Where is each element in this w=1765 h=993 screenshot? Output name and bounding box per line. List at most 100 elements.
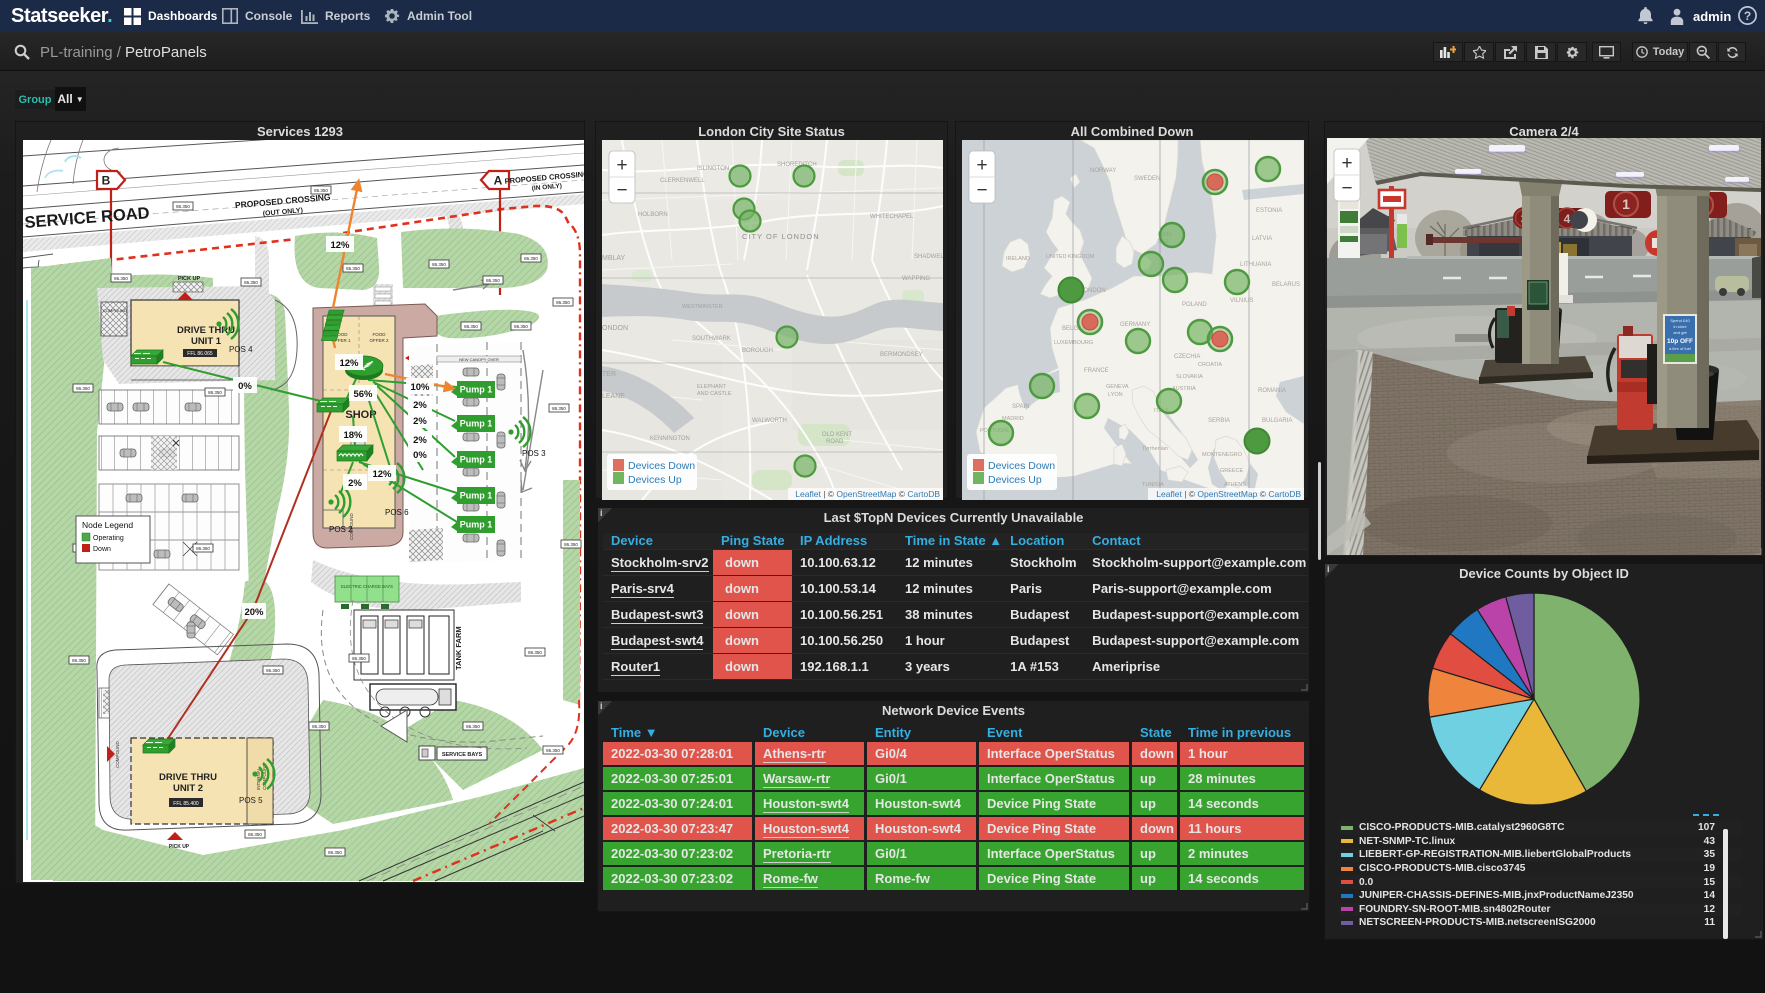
svg-text:0%: 0%	[238, 381, 252, 392]
svg-text:ISLINGTON: ISLINGTON	[697, 166, 729, 172]
svg-text:Down: Down	[93, 546, 111, 553]
svg-text:12%: 12%	[330, 240, 350, 251]
svg-text:POS 4: POS 4	[229, 345, 253, 354]
svg-text:2%: 2%	[413, 416, 427, 427]
svg-text:FFL 85.400: FFL 85.400	[173, 801, 199, 807]
svg-text:−: −	[1341, 178, 1352, 199]
svg-text:COMPOUND: COMPOUND	[103, 308, 127, 313]
svg-text:ONDON: ONDON	[602, 325, 628, 332]
svg-text:18%: 18%	[343, 430, 363, 441]
svg-text:KENNINGTON: KENNINGTON	[650, 436, 690, 442]
svg-text:12%: 12%	[339, 358, 359, 369]
svg-text:BOROUGH: BOROUGH	[742, 348, 773, 354]
svg-text:LITHUANIA: LITHUANIA	[1240, 262, 1271, 268]
svg-text:TUNISIA: TUNISIA	[1142, 482, 1164, 488]
svg-text:BULGARIA: BULGARIA	[1262, 418, 1292, 424]
svg-text:GERMANY: GERMANY	[1120, 322, 1150, 328]
svg-text:NEW CANOPY OVER: NEW CANOPY OVER	[459, 357, 499, 362]
svg-text:POS 3: POS 3	[522, 449, 546, 458]
svg-text:LUXEMBOURG: LUXEMBOURG	[1054, 340, 1093, 346]
svg-text:SERVICE BAYS: SERVICE BAYS	[442, 752, 483, 758]
svg-text:2%: 2%	[413, 435, 427, 446]
svg-text:POS 6: POS 6	[385, 508, 409, 517]
svg-text:−: −	[976, 180, 987, 201]
svg-text:CROATIA: CROATIA	[1198, 362, 1222, 368]
svg-text:in store: in store	[1673, 324, 1687, 329]
svg-text:DRIVE THRU: DRIVE THRU	[159, 772, 217, 783]
svg-text:POS 2: POS 2	[329, 525, 353, 534]
svg-text:OLD KENT: OLD KENT	[822, 432, 852, 438]
svg-text:OFFER 2: OFFER 2	[369, 338, 388, 343]
svg-text:LEANE: LEANE	[602, 393, 625, 400]
svg-text:1: 1	[1622, 196, 1630, 212]
svg-text:CZECHIA: CZECHIA	[1174, 354, 1200, 360]
svg-text:POS 5: POS 5	[239, 796, 263, 805]
svg-text:SHADWELL: SHADWELL	[914, 254, 943, 260]
svg-text:PICK UP: PICK UP	[178, 276, 201, 282]
svg-text:POLAND: POLAND	[1182, 302, 1207, 308]
svg-text:B: B	[102, 174, 111, 188]
svg-text:Devices Up: Devices Up	[988, 474, 1042, 486]
svg-text:NORWAY: NORWAY	[1090, 168, 1116, 174]
svg-text:BELARUS: BELARUS	[1272, 282, 1300, 288]
svg-text:20%: 20%	[244, 607, 264, 618]
svg-text:BERMONDSEY: BERMONDSEY	[880, 352, 923, 358]
svg-text:IRELAND: IRELAND	[1006, 256, 1030, 262]
svg-text:TANK FARM: TANK FARM	[454, 626, 463, 670]
svg-text:AND CASTLE: AND CASTLE	[697, 391, 732, 397]
svg-text:56%: 56%	[353, 389, 373, 400]
svg-text:Spend £40: Spend £40	[1670, 318, 1690, 323]
svg-text:UNIT 1: UNIT 1	[191, 336, 222, 347]
svg-text:UNIT 2: UNIT 2	[173, 783, 203, 794]
svg-text:LATVIA: LATVIA	[1252, 236, 1272, 242]
svg-text:10p OFF: 10p OFF	[1667, 338, 1693, 345]
svg-text:ELECTRIC CHARGE BAYS: ELECTRIC CHARGE BAYS	[341, 584, 393, 589]
svg-text:FRANCE: FRANCE	[1084, 368, 1109, 374]
svg-text:Devices Down: Devices Down	[628, 460, 695, 472]
svg-text:2%: 2%	[413, 400, 427, 411]
svg-text:ESTONIA: ESTONIA	[1256, 208, 1282, 214]
svg-text:WAPPING: WAPPING	[902, 276, 930, 282]
svg-text:WESTMINSTER: WESTMINSTER	[682, 304, 723, 310]
svg-text:CLERKENWELL: CLERKENWELL	[660, 178, 705, 184]
svg-text:PICK UP: PICK UP	[169, 844, 190, 850]
svg-text:LYON: LYON	[1108, 392, 1123, 398]
svg-text:COMPOUND: COMPOUND	[115, 741, 120, 768]
svg-text:FFL 86.065: FFL 86.065	[187, 351, 213, 357]
svg-text:SWEDEN: SWEDEN	[1134, 176, 1160, 182]
svg-text:+: +	[1341, 153, 1352, 174]
svg-text:4: 4	[1564, 212, 1571, 226]
svg-text:HOLBORN: HOLBORN	[638, 212, 668, 218]
svg-text:Node Legend: Node Legend	[82, 520, 133, 530]
svg-text:Leaflet | © OpenStreetMap © Ca: Leaflet | © OpenStreetMap © CartoDB	[1156, 489, 1301, 499]
svg-text:MBLAY: MBLAY	[602, 255, 626, 262]
svg-text:ROMANIA: ROMANIA	[1258, 388, 1286, 394]
svg-text:Devices Up: Devices Up	[628, 474, 682, 486]
svg-text:−: −	[616, 180, 627, 201]
svg-text:CITY OF LONDON: CITY OF LONDON	[742, 232, 820, 241]
svg-text:ROAD: ROAD	[826, 439, 844, 445]
svg-text:12%: 12%	[372, 469, 392, 480]
svg-text:VILNIUS: VILNIUS	[1230, 298, 1253, 304]
svg-text:UNITED KINGDOM: UNITED KINGDOM	[1046, 254, 1095, 260]
svg-text:10%: 10%	[410, 382, 430, 393]
svg-text:Tyrrhenian: Tyrrhenian	[1142, 446, 1168, 452]
svg-text:+: +	[616, 155, 627, 176]
svg-text:SOUTHWARK: SOUTHWARK	[692, 336, 731, 342]
svg-text:and get: and get	[1673, 330, 1687, 335]
svg-text:a litre of fuel: a litre of fuel	[1669, 346, 1691, 351]
svg-text:?: ?	[1744, 9, 1751, 23]
svg-text:TER: TER	[602, 371, 616, 378]
svg-text:ATHENS: ATHENS	[1224, 482, 1246, 488]
svg-text:A: A	[494, 174, 503, 188]
svg-text:WHITECHAPEL: WHITECHAPEL	[870, 214, 914, 220]
svg-text:SLOVAKIA: SLOVAKIA	[1176, 374, 1203, 380]
svg-text:GREECE: GREECE	[1220, 468, 1244, 474]
svg-text:+: +	[976, 155, 987, 176]
svg-text:2%: 2%	[348, 478, 362, 489]
svg-text:WALWORTH: WALWORTH	[752, 418, 787, 424]
svg-text:Leaflet | © OpenStreetMap © Ca: Leaflet | © OpenStreetMap © CartoDB	[795, 489, 940, 499]
svg-text:SPAIN: SPAIN	[1012, 404, 1030, 410]
svg-text:GENEVA: GENEVA	[1106, 384, 1129, 390]
svg-text:Devices Down: Devices Down	[988, 460, 1055, 472]
